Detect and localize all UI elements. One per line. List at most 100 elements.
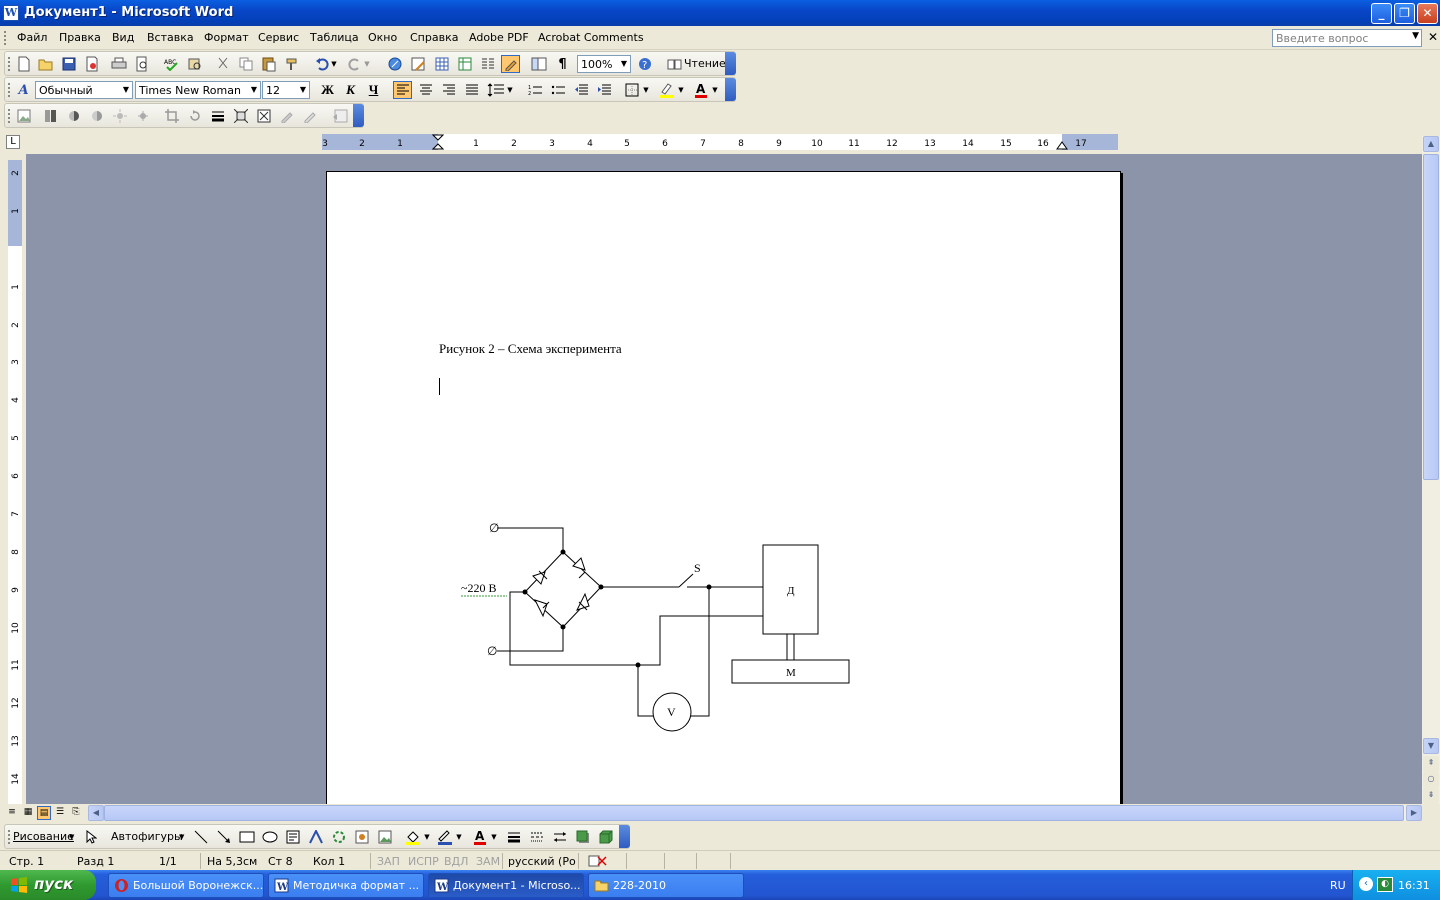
insert-picture-icon[interactable] [14,107,33,125]
cut-icon[interactable] [213,55,232,73]
format-picture-icon[interactable] [277,107,296,125]
status-language[interactable]: русский (Ро [508,855,576,868]
scroll-up-button[interactable]: ▲ [1423,136,1439,152]
spelling-status-icon[interactable] [588,854,608,868]
bullets-icon[interactable] [548,81,567,99]
dash-style-icon[interactable] [527,828,546,846]
more-brightness-icon[interactable] [110,107,129,125]
toolbar-grip[interactable] [8,57,11,71]
read-mode-icon[interactable] [665,55,684,73]
close-document-icon[interactable]: ✕ [1428,30,1438,44]
columns-icon[interactable] [478,55,497,73]
align-left-icon[interactable] [393,81,412,99]
toolbar-grip[interactable] [8,109,11,123]
diagram-icon[interactable] [329,828,348,846]
chevron-down-icon[interactable]: ▼ [297,82,309,98]
highlight-icon[interactable] [657,81,676,99]
minimize-button[interactable]: _ [1371,3,1392,24]
text-wrapping-icon[interactable] [254,107,273,125]
chevron-down-icon[interactable]: ▼ [641,81,651,99]
toolbar-options-button[interactable] [619,825,630,848]
document-page[interactable]: Рисунок 2 – Схема эксперимента ∅ ∅ ~220 … [326,171,1121,811]
align-right-icon[interactable] [439,81,458,99]
copy-icon[interactable] [236,55,255,73]
decrease-indent-icon[interactable] [571,81,590,99]
normal-view-icon[interactable]: ≡ [5,806,19,820]
zoom-select[interactable]: 100% ▼ [577,55,631,73]
help-question-input[interactable]: Введите вопрос ▼ [1272,29,1422,47]
menu-window[interactable]: Окно [368,31,397,44]
increase-indent-icon[interactable] [594,81,613,99]
chevron-down-icon[interactable]: ▼ [422,828,432,846]
line-tool-icon[interactable] [191,828,210,846]
menu-tools[interactable]: Сервис [258,31,299,44]
menu-format[interactable]: Формат [204,31,249,44]
chevron-down-icon[interactable]: ▼ [676,81,686,99]
style-select[interactable]: Обычный ▼ [35,81,133,99]
indent-marker-icon[interactable] [432,134,444,150]
less-brightness-icon[interactable] [133,107,152,125]
tab-selector-icon[interactable]: L [6,135,20,149]
new-document-icon[interactable] [14,55,33,73]
format-painter-icon[interactable] [282,55,301,73]
figure-caption[interactable]: Рисунок 2 – Схема эксперимента [439,341,622,357]
taskbar-item-folder[interactable]: 228-2010 [588,873,744,898]
chevron-down-icon[interactable]: ▼ [618,56,630,72]
document-workspace[interactable]: Рисунок 2 – Схема эксперимента ∅ ∅ ~220 … [26,154,1422,811]
status-overtype[interactable]: ЗАМ [476,855,500,868]
word-icon[interactable]: W [3,5,19,21]
network-icon[interactable]: ◐ [1377,877,1393,892]
menu-file[interactable]: Файл [17,31,47,44]
print-layout-icon[interactable]: ▤ [37,806,51,820]
open-folder-icon[interactable] [36,55,55,73]
toolbar-options-button[interactable] [725,78,736,101]
next-page-icon[interactable]: ⇟ [1423,788,1439,804]
restore-button[interactable]: ❐ [1394,3,1415,24]
menu-grip[interactable] [4,31,7,45]
vertical-scrollbar[interactable]: ▲ ▼ ⇞ ○ ⇟ [1422,136,1440,804]
justify-icon[interactable] [462,81,481,99]
horizontal-ruler[interactable]: 3 2 1 1 2 3 4 5 6 7 8 9 10 11 12 13 14 1… [322,134,1118,150]
horizontal-scrollbar[interactable]: ◀ ▶ [88,805,1422,821]
draw-menu-button[interactable]: Рисование [13,830,74,843]
chevron-down-icon[interactable]: ▼ [505,81,515,99]
toolbar-options-button[interactable] [353,104,364,127]
font-size-select[interactable]: 12 ▼ [262,81,310,99]
tray-expand-icon[interactable]: ‹ [1359,877,1373,891]
less-contrast-icon[interactable] [87,107,106,125]
circuit-diagram[interactable]: ∅ ∅ ~220 В S Д М V [327,502,1122,832]
align-center-icon[interactable] [416,81,435,99]
chevron-down-icon[interactable]: ▼ [454,828,464,846]
reset-picture-icon[interactable] [330,107,349,125]
hyperlink-icon[interactable] [386,55,405,73]
set-transparent-icon[interactable] [300,107,319,125]
taskbar-item-active-word[interactable]: W Документ1 - Microso... [428,873,584,898]
close-button[interactable]: ✕ [1417,3,1438,24]
text-box-icon[interactable] [283,828,302,846]
vertical-ruler[interactable]: 2 1 1 2 3 4 5 6 7 8 9 10 11 12 13 14 [4,160,24,804]
menu-adobe-pdf[interactable]: Adobe PDF [469,31,529,44]
insert-table-icon[interactable] [432,55,451,73]
italic-button[interactable]: К [341,81,360,99]
arrow-tool-icon[interactable] [214,828,233,846]
outline-view-icon[interactable]: ☰ [53,806,67,820]
chevron-down-icon[interactable]: ▼ [69,833,74,841]
compress-icon[interactable] [231,107,250,125]
toolbar-grip[interactable] [8,830,11,844]
menu-insert[interactable]: Вставка [147,31,194,44]
show-formatting-icon[interactable]: ¶ [553,55,572,73]
status-track-changes[interactable]: ИСПР [408,855,439,868]
permission-icon[interactable] [82,55,101,73]
styles-icon[interactable]: A [14,81,33,99]
crop-icon[interactable] [162,107,181,125]
reading-view-icon[interactable]: ⎘ [69,806,83,820]
shadow-style-icon[interactable] [573,828,592,846]
scroll-right-button[interactable]: ▶ [1406,805,1422,821]
font-color-icon[interactable]: A [691,81,710,99]
arrow-style-icon[interactable] [550,828,569,846]
menu-acrobat-comments[interactable]: Acrobat Comments [538,31,644,44]
save-icon[interactable] [59,55,78,73]
borders-icon[interactable] [622,81,641,99]
underline-button[interactable]: Ч [364,81,383,99]
more-contrast-icon[interactable] [64,107,83,125]
